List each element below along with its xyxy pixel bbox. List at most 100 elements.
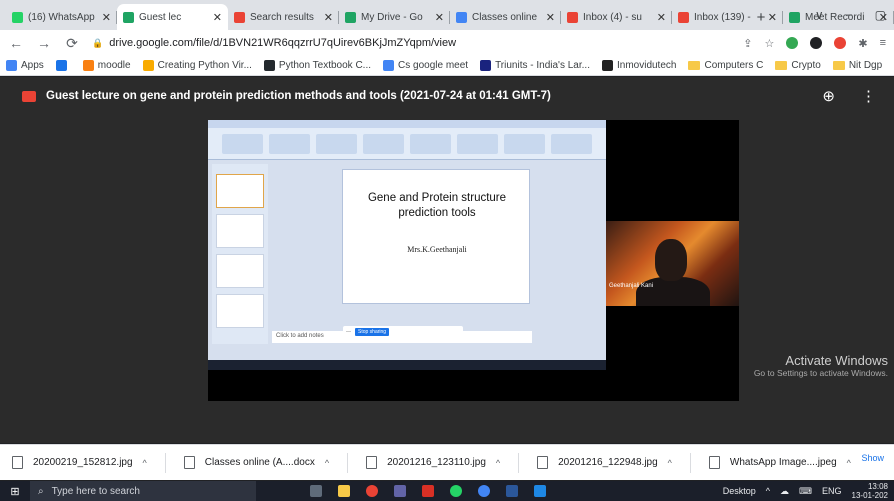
close-tab-icon[interactable]: ✕ <box>546 11 555 24</box>
download-divider <box>164 452 166 473</box>
tab[interactable]: My Drive - Go ✕ <box>339 4 450 30</box>
folder-icon <box>775 61 788 70</box>
video-player[interactable]: Gene and Protein structure prediction to… <box>208 120 739 401</box>
word-icon[interactable] <box>506 485 518 497</box>
download-item[interactable]: WhatsApp Image....jpeg ^ <box>708 456 851 469</box>
minimize-button[interactable]: − <box>846 8 853 22</box>
cloud-icon[interactable]: ☁ <box>780 486 789 497</box>
close-tab-icon[interactable]: ✕ <box>657 11 666 24</box>
teams-icon[interactable] <box>394 485 406 497</box>
close-tab-icon[interactable]: ✕ <box>324 11 333 24</box>
gmail-icon <box>567 11 578 23</box>
folder-icon <box>688 61 701 70</box>
browser-toolbar: ← → ⟳ 🔒 drive.google.com/file/d/1BVN21WR… <box>0 30 894 56</box>
bookmark-label: Apps <box>21 60 44 71</box>
close-tab-icon[interactable]: ✕ <box>102 11 111 24</box>
new-tab-button[interactable]: + <box>750 4 772 30</box>
bookmark-item[interactable]: Triunits - India's Lar... <box>480 60 590 71</box>
tab[interactable]: Search results ✕ <box>228 4 339 30</box>
bookmark-item[interactable]: moodle <box>82 60 131 71</box>
chevron-up-icon[interactable]: ^ <box>496 458 500 468</box>
bookmark-item[interactable]: Computers C <box>688 60 763 71</box>
reading-list-icon[interactable]: ≡ <box>880 37 886 49</box>
whatsapp-icon <box>12 11 23 23</box>
desktop-label[interactable]: Desktop <box>723 486 756 496</box>
bookmark-label: Computers C <box>704 60 764 71</box>
extension-green-icon[interactable] <box>786 37 799 49</box>
bookmark-item[interactable]: Crypto <box>775 60 821 71</box>
bookmarks-bar: Apps moodle Creating Python Vir... Python T… <box>0 56 894 76</box>
bookmark-label: Creating Python Vir... <box>157 60 252 71</box>
screen-share-bar: — Stop sharing <box>343 326 463 338</box>
chevron-up-icon[interactable]: ^ <box>143 458 147 468</box>
search-icon: ⌕ <box>38 485 44 497</box>
chrome-profile-icon[interactable] <box>478 485 490 497</box>
bookmark-item[interactable]: Creating Python Vir... <box>142 60 252 71</box>
taskbar-search[interactable]: ⌕ Type here to search <box>30 481 256 501</box>
docs-icon <box>456 11 467 23</box>
show-all-downloads-link[interactable]: Show <box>861 453 884 463</box>
chevron-up-icon[interactable]: ^ <box>325 458 329 468</box>
bookmark-star-icon[interactable]: ☆ <box>764 37 774 50</box>
language-indicator[interactable]: ENG <box>822 486 842 496</box>
github-icon <box>263 60 275 71</box>
back-button[interactable]: ← <box>8 35 24 51</box>
download-item[interactable]: 20200219_152812.jpg ^ <box>12 456 147 469</box>
bookmark-item[interactable]: Python Textbook C... <box>263 60 371 71</box>
download-item[interactable]: 20201216_122948.jpg ^ <box>537 456 672 469</box>
url-text[interactable]: drive.google.com/file/d/1BVN21WR6qqzrrU7… <box>109 37 456 49</box>
clock-time: 13:08 <box>867 482 888 491</box>
image-file-icon <box>537 456 549 469</box>
add-to-drive-icon[interactable]: ⊕ <box>822 87 835 105</box>
bookmark-item[interactable]: Inmovidutech <box>601 60 676 71</box>
more-options-icon[interactable]: ⋮ <box>861 87 876 105</box>
extension-dark-icon[interactable] <box>810 37 823 49</box>
download-item[interactable]: Classes online (A....docx ^ <box>183 456 329 469</box>
drive-icon <box>789 11 800 23</box>
adblock-icon[interactable] <box>834 37 847 49</box>
download-item[interactable]: 20201216_123110.jpg ^ <box>366 456 500 469</box>
download-filename: Classes online (A....docx <box>204 457 315 468</box>
acrobat-icon[interactable] <box>422 485 434 497</box>
reload-button[interactable]: ⟳ <box>64 35 80 52</box>
restore-button[interactable]: ▢ <box>875 8 886 22</box>
bookmark-item[interactable]: Apps <box>6 60 44 71</box>
tab-label: Search results <box>250 11 314 23</box>
bookmark-item[interactable]: Nit Dgp <box>832 60 883 71</box>
presenter-taskbar <box>208 360 606 370</box>
whatsapp-icon[interactable] <box>450 485 462 497</box>
clock[interactable]: 13:08 13-01-202 <box>852 482 888 500</box>
bookmark-item[interactable]: Cs google meet <box>383 60 468 71</box>
tab-search-chevron-icon[interactable]: ∨ <box>815 8 824 22</box>
keyboard-icon[interactable]: ⌨ <box>799 486 812 497</box>
file-explorer-icon[interactable] <box>338 485 350 497</box>
clock-date: 13-01-202 <box>851 491 888 500</box>
participant-body <box>636 277 710 306</box>
chevron-up-icon[interactable]: ^ <box>847 458 851 468</box>
tab[interactable]: Classes online ✕ <box>450 4 561 30</box>
download-filename: 20201216_123110.jpg <box>387 457 486 468</box>
slide-thumbnail <box>216 254 264 288</box>
tab[interactable]: Guest lec ✕ <box>117 4 228 30</box>
address-bar[interactable]: 🔒 drive.google.com/file/d/1BVN21WR6qqzrr… <box>92 33 731 53</box>
bookmark-item[interactable] <box>55 60 71 71</box>
share-icon[interactable]: ⇪ <box>743 37 752 50</box>
slide-title: Gene and Protein structure prediction to… <box>367 192 507 219</box>
tab[interactable]: Inbox (4) - su ✕ <box>561 4 672 30</box>
bookmark-label: Nit Dgp <box>848 60 883 71</box>
app-icon[interactable] <box>534 485 546 497</box>
close-tab-icon[interactable]: ✕ <box>435 11 444 24</box>
forward-button[interactable]: → <box>36 35 52 51</box>
tray-chevron-icon[interactable]: ^ <box>766 486 770 496</box>
chevron-up-icon[interactable]: ^ <box>668 458 672 468</box>
close-tab-icon[interactable]: ✕ <box>213 11 222 24</box>
tab[interactable]: (16) WhatsApp ✕ <box>6 4 117 30</box>
tab-label: Inbox (4) - su <box>583 11 642 23</box>
windows-start-icon[interactable]: ⊞ <box>0 485 30 498</box>
apps-grid-icon <box>6 60 17 71</box>
task-view-icon[interactable] <box>310 485 322 497</box>
extensions-puzzle-icon[interactable]: ✱ <box>858 37 867 50</box>
watermark-title: Activate Windows <box>785 353 888 368</box>
chrome-icon[interactable] <box>366 485 378 497</box>
bookmark-label: moodle <box>97 60 131 71</box>
